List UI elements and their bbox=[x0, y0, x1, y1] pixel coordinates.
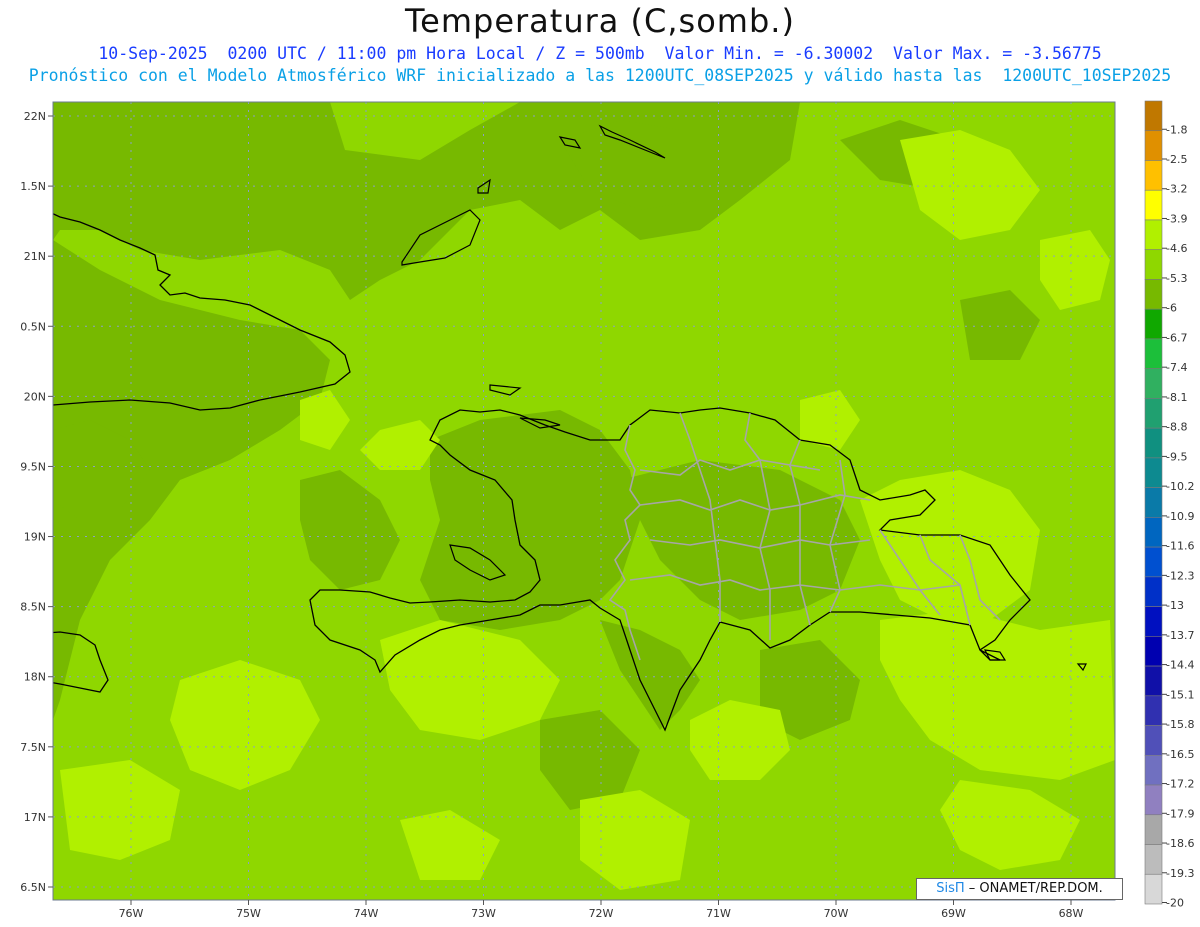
legend-label: -15.1 bbox=[1166, 688, 1194, 701]
legend-swatch bbox=[1144, 160, 1163, 191]
legend-label: -2.5 bbox=[1166, 153, 1187, 166]
legend-label: -16.5 bbox=[1166, 748, 1194, 761]
legend-swatch bbox=[1144, 784, 1163, 816]
legend-label: -19.3 bbox=[1166, 867, 1194, 880]
color-legend: -1.8 -2.5 -3.2 -3.9 -4.6 -5.3 -6 -6.7 -7.4 -8.1 -8… bbox=[1144, 100, 1194, 910]
lon-tick-label: 74W bbox=[354, 907, 379, 920]
legend-label: -20 bbox=[1166, 897, 1184, 910]
temperature-map: 22N 1.5N 21N 0.5N 20N 9.5N 19N 8.5N 18N 7.5N 17N 6.… bbox=[20, 100, 1194, 920]
legend-label: -6.7 bbox=[1166, 331, 1187, 344]
legend-swatch bbox=[1144, 814, 1163, 845]
credit-box: SisΠ – ONAMET/REP.DOM. bbox=[916, 878, 1123, 900]
legend-label: -11.6 bbox=[1166, 540, 1194, 553]
lat-tick-label: 7.5N bbox=[20, 741, 46, 754]
legend-swatch bbox=[1144, 100, 1163, 132]
legend-swatch bbox=[1144, 873, 1163, 905]
lon-tick-label: 73W bbox=[471, 907, 496, 920]
lat-tick-label: 19N bbox=[24, 531, 46, 544]
legend-label: -8.8 bbox=[1166, 421, 1187, 434]
lat-tick-label: 22N bbox=[24, 110, 46, 123]
legend-label: -5.3 bbox=[1166, 272, 1187, 285]
legend-swatch bbox=[1144, 665, 1163, 697]
sispi-logo-text: SisΠ bbox=[936, 881, 965, 896]
legend-label: -12.3 bbox=[1166, 569, 1194, 582]
legend-swatch bbox=[1144, 368, 1163, 399]
lat-tick-label: 9.5N bbox=[20, 460, 46, 473]
legend-label: -3.9 bbox=[1166, 212, 1187, 225]
legend-label: -17.9 bbox=[1166, 807, 1194, 820]
lon-tick-label: 71W bbox=[706, 907, 731, 920]
credit-text: – ONAMET/REP.DOM. bbox=[964, 881, 1103, 896]
latitude-axis: 22N 1.5N 21N 0.5N 20N 9.5N 19N 8.5N 18N 7.5N 17N 6.… bbox=[20, 110, 53, 894]
legend-swatch bbox=[1144, 249, 1163, 280]
legend-label: -7.4 bbox=[1166, 361, 1187, 374]
legend-swatch bbox=[1144, 457, 1163, 488]
lat-tick-label: 1.5N bbox=[20, 180, 46, 193]
lon-tick-label: 68W bbox=[1059, 907, 1084, 920]
legend-label: -9.5 bbox=[1166, 450, 1187, 463]
lat-tick-label: 8.5N bbox=[20, 601, 46, 614]
legend-label: -17.2 bbox=[1166, 778, 1194, 791]
legend-label: -4.6 bbox=[1166, 242, 1187, 255]
lon-tick-label: 70W bbox=[824, 907, 849, 920]
lat-tick-label: 18N bbox=[24, 671, 46, 684]
lat-tick-label: 20N bbox=[24, 390, 46, 403]
legend-label: -6 bbox=[1166, 302, 1177, 315]
legend-swatch bbox=[1144, 695, 1163, 726]
legend-label: -8.1 bbox=[1166, 391, 1187, 404]
longitude-axis: 76W 75W 74W 73W 72W 71W 70W 69W 68W bbox=[119, 900, 1084, 920]
lon-tick-label: 72W bbox=[589, 907, 614, 920]
legend-swatch bbox=[1144, 487, 1163, 518]
legend-swatch bbox=[1144, 606, 1163, 637]
legend-swatch bbox=[1144, 189, 1163, 221]
legend-swatch bbox=[1144, 130, 1163, 161]
lon-tick-label: 69W bbox=[941, 907, 966, 920]
legend-swatch bbox=[1144, 219, 1163, 251]
legend-swatch bbox=[1144, 427, 1163, 459]
legend-label: -10.2 bbox=[1166, 480, 1194, 493]
legend-swatch bbox=[1144, 844, 1163, 875]
legend-swatch bbox=[1144, 517, 1163, 548]
legend-swatch bbox=[1144, 398, 1163, 429]
legend-label: -13 bbox=[1166, 599, 1184, 612]
legend-label: -14.4 bbox=[1166, 659, 1194, 672]
legend-swatch bbox=[1144, 308, 1163, 340]
legend-label: -13.7 bbox=[1166, 629, 1194, 642]
legend-label: -10.9 bbox=[1166, 510, 1194, 523]
legend-swatch bbox=[1144, 338, 1163, 369]
lat-tick-label: 17N bbox=[24, 811, 46, 824]
legend-label: -18.6 bbox=[1166, 837, 1194, 850]
legend-swatch bbox=[1144, 754, 1163, 786]
lon-tick-label: 75W bbox=[236, 907, 261, 920]
legend-swatch bbox=[1144, 279, 1163, 310]
legend-swatch bbox=[1144, 546, 1163, 578]
lon-tick-label: 76W bbox=[119, 907, 144, 920]
lat-tick-label: 6.5N bbox=[20, 881, 46, 894]
legend-label: -1.8 bbox=[1166, 123, 1187, 136]
legend-swatch bbox=[1144, 576, 1163, 607]
lat-tick-label: 0.5N bbox=[20, 320, 46, 333]
legend-label: -3.2 bbox=[1166, 183, 1187, 196]
lat-tick-label: 21N bbox=[24, 250, 46, 263]
legend-swatch bbox=[1144, 636, 1163, 667]
legend-label: -15.8 bbox=[1166, 718, 1194, 731]
map-fill bbox=[53, 102, 1115, 900]
legend-swatch bbox=[1144, 725, 1163, 756]
